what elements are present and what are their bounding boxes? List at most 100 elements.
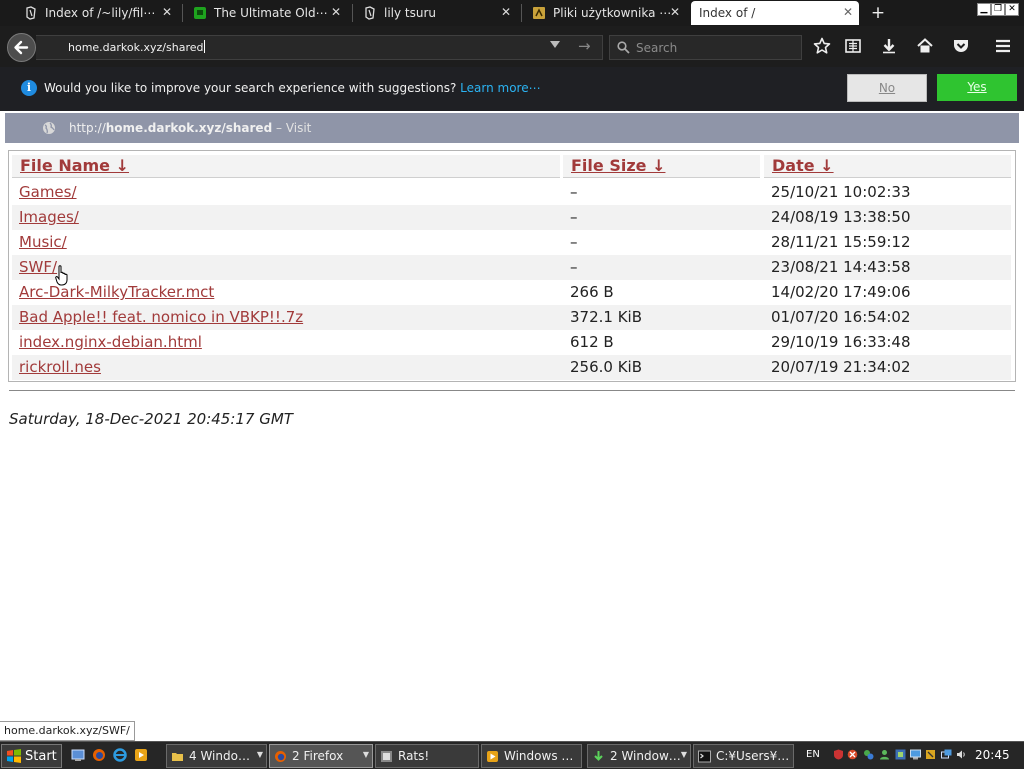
task-label: C:¥Users¥… (716, 749, 790, 763)
monitor-tray-icon[interactable] (910, 749, 921, 760)
chevron-down-icon: ▼ (362, 750, 369, 759)
sort-by-name-link[interactable]: File Name ↓ (20, 156, 129, 175)
url-text: home.darkok.xyz/shared (68, 41, 204, 54)
file-link[interactable]: Bad Apple!! feat. nomico in VBKP!!.7z (19, 308, 303, 326)
file-size: 612 B (570, 333, 614, 351)
app-tray-icon[interactable] (895, 749, 906, 760)
go-arrow-icon[interactable]: → (578, 37, 591, 55)
shield-tray-icon[interactable] (833, 749, 844, 760)
header-file-name[interactable]: File Name ↓ (12, 155, 560, 178)
file-date: 01/07/20 16:54:02 (771, 308, 911, 326)
network-tray-icon[interactable] (863, 749, 874, 760)
tab-title: lily tsuru (384, 6, 437, 20)
chevron-down-icon: ▼ (256, 750, 263, 759)
file-link[interactable]: Games/ (19, 183, 77, 201)
home-icon[interactable] (915, 36, 935, 56)
close-tab-icon[interactable]: ✕ (501, 5, 511, 19)
file-size: 256.0 KiB (570, 358, 643, 376)
task-label: Rats! (398, 749, 430, 763)
visit-action: – Visit (276, 121, 312, 135)
file-size: 372.1 KiB (570, 308, 643, 326)
back-arrow-icon (14, 40, 29, 55)
bookmark-star-icon[interactable] (812, 36, 832, 56)
restore-window-icon[interactable]: ❐ (991, 3, 1005, 16)
file-link[interactable]: SWF/ (19, 258, 57, 276)
volume-icon[interactable] (956, 749, 967, 760)
antivirus-tray-icon[interactable] (847, 749, 858, 760)
tab-4[interactable]: Pliki użytkownika ⋯ ✕ (526, 1, 686, 25)
utility-tray-icon[interactable] (925, 749, 936, 760)
task-firefox-group[interactable]: 2 Firefox ▼ (269, 744, 373, 768)
close-tab-icon[interactable]: ✕ (670, 5, 680, 19)
new-tab-button[interactable]: + (866, 3, 890, 23)
nav-toolbar: home.darkok.xyz/shared → Search (0, 26, 1024, 67)
tab-active[interactable]: Index of / ✕ (691, 1, 859, 25)
header-date[interactable]: Date ↓ (764, 155, 1011, 178)
tab-3[interactable]: lily tsuru ✕ (357, 1, 517, 25)
server-timestamp: Saturday, 18-Dec-2021 20:45:17 GMT (9, 410, 293, 428)
task-windows-group[interactable]: 2 Window… ▼ (587, 744, 691, 768)
file-size: – (570, 183, 578, 201)
sort-by-size-link[interactable]: File Size ↓ (571, 156, 665, 175)
tab-title: The Ultimate Old⋯ (214, 6, 328, 20)
language-indicator[interactable]: EN (806, 749, 820, 760)
tab-1[interactable]: Index of /~lily/fil⋯ ✕ (18, 1, 178, 25)
task-label: Windows … (504, 749, 574, 763)
close-tab-icon[interactable]: ✕ (162, 5, 172, 19)
divider (9, 390, 1015, 391)
pocket-icon[interactable] (951, 36, 971, 56)
file-link[interactable]: index.nginx-debian.html (19, 333, 202, 351)
menu-hamburger-icon[interactable] (993, 36, 1013, 56)
search-icon (617, 41, 630, 54)
start-button[interactable]: Start (1, 744, 62, 768)
close-tab-icon[interactable]: ✕ (843, 5, 853, 19)
table-row: rickroll.nes 256.0 KiB 20/07/19 21:34:02 (12, 355, 1011, 380)
file-link[interactable]: rickroll.nes (19, 358, 101, 376)
learn-more-link[interactable]: Learn more⋯ (460, 81, 540, 95)
file-date: 29/10/19 16:33:48 (771, 333, 911, 351)
text-caret (204, 40, 206, 53)
firefox-quicklaunch-icon[interactable] (92, 748, 106, 762)
close-window-icon[interactable]: ✕ (1005, 3, 1019, 16)
table-row: Music/ – 28/11/21 15:59:12 (12, 230, 1011, 255)
back-button[interactable] (7, 33, 36, 62)
file-size: – (570, 208, 578, 226)
ie-quicklaunch-icon[interactable] (113, 748, 127, 762)
close-tab-icon[interactable]: ✕ (331, 5, 341, 19)
file-size: 266 B (570, 283, 614, 301)
chevron-down-icon: ▼ (680, 750, 687, 759)
file-size: – (570, 233, 578, 251)
download-icon[interactable] (879, 36, 899, 56)
table-row: SWF/ – 23/08/21 14:43:58 (12, 255, 1011, 280)
search-input[interactable]: Search (609, 35, 802, 60)
file-date: 23/08/21 14:43:58 (771, 258, 911, 276)
header-file-size[interactable]: File Size ↓ (563, 155, 760, 178)
file-link[interactable]: Images/ (19, 208, 79, 226)
url-suggestion-visit-row[interactable]: http://home.darkok.xyz/shared – Visit (5, 113, 1019, 143)
media-player-icon[interactable] (134, 748, 148, 762)
tab-2[interactable]: The Ultimate Old⋯ ✕ (187, 1, 347, 25)
url-bar[interactable]: home.darkok.xyz/shared (36, 35, 603, 60)
task-windows-media[interactable]: Windows … (481, 744, 582, 768)
url-dropdown-icon[interactable] (549, 39, 561, 49)
table-row: Games/ – 25/10/21 10:02:33 (12, 180, 1011, 205)
page-icon (363, 6, 377, 20)
file-link[interactable]: Arc-Dark-MilkyTracker.mct (19, 283, 214, 301)
task-command-prompt[interactable]: C:¥Users¥… (693, 744, 794, 768)
info-icon: i (21, 80, 37, 96)
no-button[interactable]: No (847, 74, 927, 102)
system-clock[interactable]: 20:45 (975, 748, 1010, 762)
show-desktop-icon[interactable] (71, 748, 85, 762)
user-tray-icon[interactable] (879, 749, 890, 760)
url-input[interactable]: home.darkok.xyz/shared (68, 40, 206, 54)
display-tray-icon[interactable] (941, 749, 952, 760)
sort-by-date-link[interactable]: Date ↓ (772, 156, 834, 175)
file-link[interactable]: Music/ (19, 233, 67, 251)
yes-button[interactable]: Yes (937, 74, 1017, 101)
reader-list-icon[interactable] (843, 36, 863, 56)
search-suggestions-notice: i Would you like to improve your search … (0, 67, 1024, 111)
task-rats[interactable]: Rats! (375, 744, 479, 768)
task-explorer-group[interactable]: 4 Windo… ▼ (166, 744, 267, 768)
task-label: 4 Windo… (189, 749, 250, 763)
minimize-window-icon[interactable]: ▁ (977, 3, 991, 16)
